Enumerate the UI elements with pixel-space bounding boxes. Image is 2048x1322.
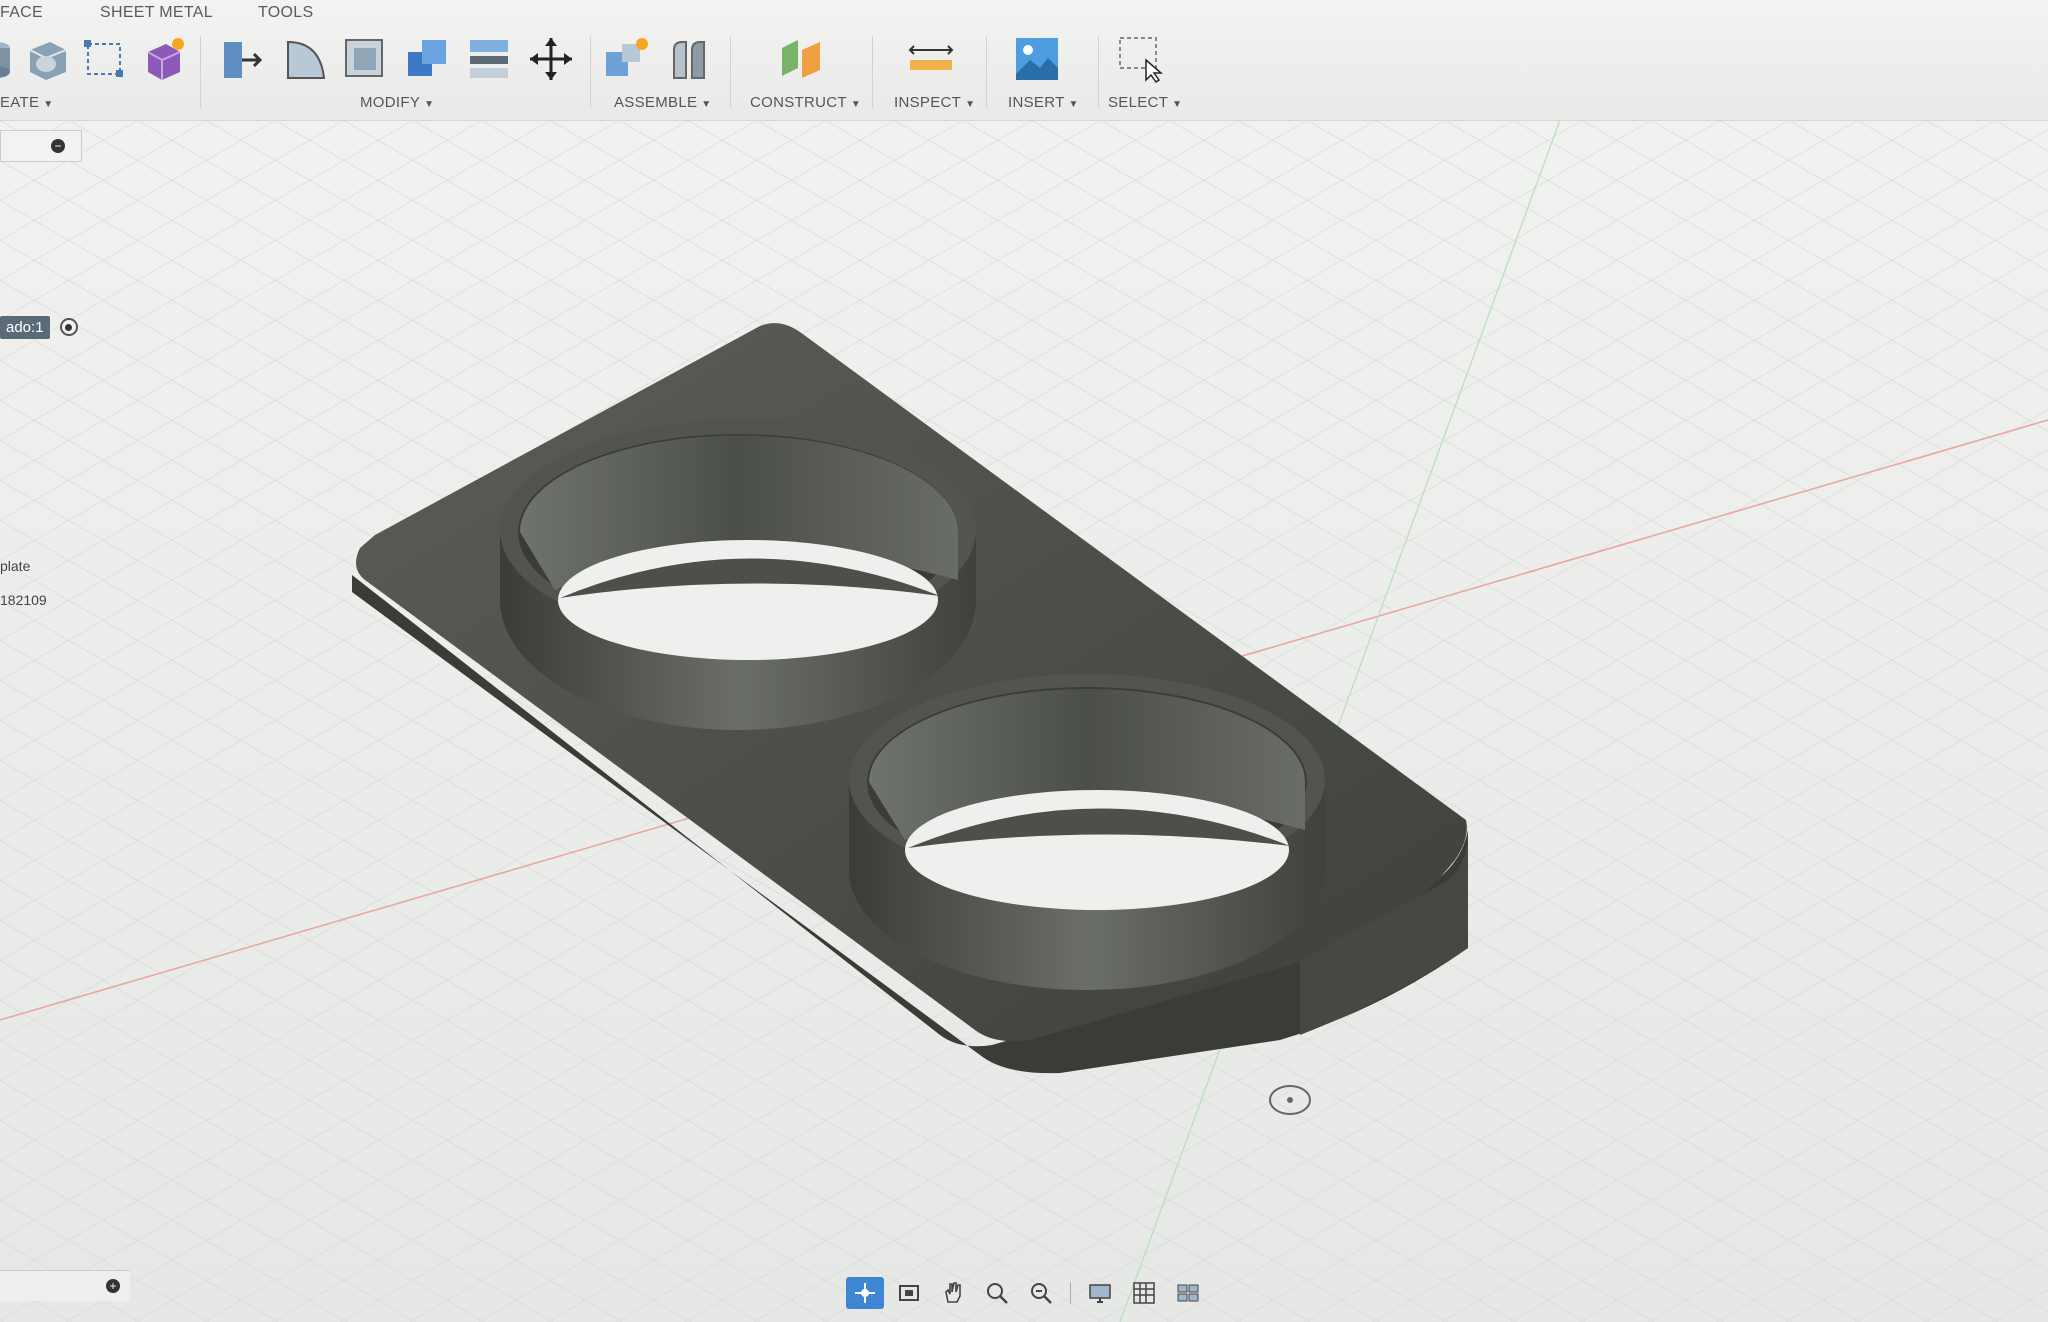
new-component-button[interactable] [602, 34, 652, 84]
measure-button[interactable] [906, 34, 956, 84]
toolbar: FACE SHEET METAL TOOLS EATE ▼ MODIFY ▼ ASS [0, 0, 2048, 121]
insert-menu[interactable]: INSERT ▼ [1008, 94, 1079, 111]
browser-item-plate[interactable]: plate [0, 558, 30, 574]
display-settings-icon[interactable] [1081, 1277, 1119, 1309]
construct-menu[interactable]: CONSTRUCT ▼ [750, 94, 861, 111]
tab-sheet-metal[interactable]: SHEET METAL [100, 4, 213, 22]
collapse-icon[interactable]: − [51, 139, 65, 153]
fillet-button[interactable] [280, 34, 330, 84]
browser-component-row[interactable]: ado:1 [0, 312, 78, 342]
select-button[interactable] [1116, 34, 1166, 84]
add-comment-icon[interactable]: + [106, 1279, 120, 1293]
look-at-icon[interactable] [890, 1277, 928, 1309]
assemble-menu[interactable]: ASSEMBLE ▼ [614, 94, 711, 111]
tab-surface[interactable]: FACE [0, 4, 43, 22]
navigation-bar [846, 1276, 1207, 1310]
create-box-button[interactable] [22, 34, 72, 84]
insert-image-button[interactable] [1012, 34, 1062, 84]
select-menu[interactable]: SELECT ▼ [1108, 94, 1182, 111]
viewports-icon[interactable] [1169, 1277, 1207, 1309]
press-pull-button[interactable] [218, 34, 268, 84]
comments-panel: + [0, 1270, 130, 1301]
fit-icon[interactable] [1022, 1277, 1060, 1309]
create-menu[interactable]: EATE ▼ [0, 94, 53, 111]
combine-button[interactable] [402, 34, 452, 84]
modify-menu[interactable]: MODIFY ▼ [360, 94, 434, 111]
browser-panel-header: − [0, 130, 82, 162]
offset-plane-button[interactable] [776, 34, 826, 84]
component-label[interactable]: ado:1 [0, 315, 50, 339]
zoom-icon[interactable] [978, 1277, 1016, 1309]
create-sketch-button[interactable] [80, 34, 130, 84]
shell-button[interactable] [340, 34, 390, 84]
grid-settings-icon[interactable] [1125, 1277, 1163, 1309]
joint-button[interactable] [664, 34, 714, 84]
canvas-viewport[interactable] [0, 0, 2048, 1322]
move-copy-button[interactable] [526, 34, 576, 84]
browser-item-id[interactable]: 182109 [0, 592, 47, 608]
create-form-button[interactable] [138, 34, 188, 84]
split-body-button[interactable] [464, 34, 514, 84]
activate-component-icon[interactable] [59, 318, 78, 336]
orbit-icon[interactable] [846, 1277, 884, 1309]
inspect-menu[interactable]: INSPECT ▼ [894, 94, 975, 111]
pan-icon[interactable] [934, 1277, 972, 1309]
tab-tools[interactable]: TOOLS [258, 4, 313, 22]
